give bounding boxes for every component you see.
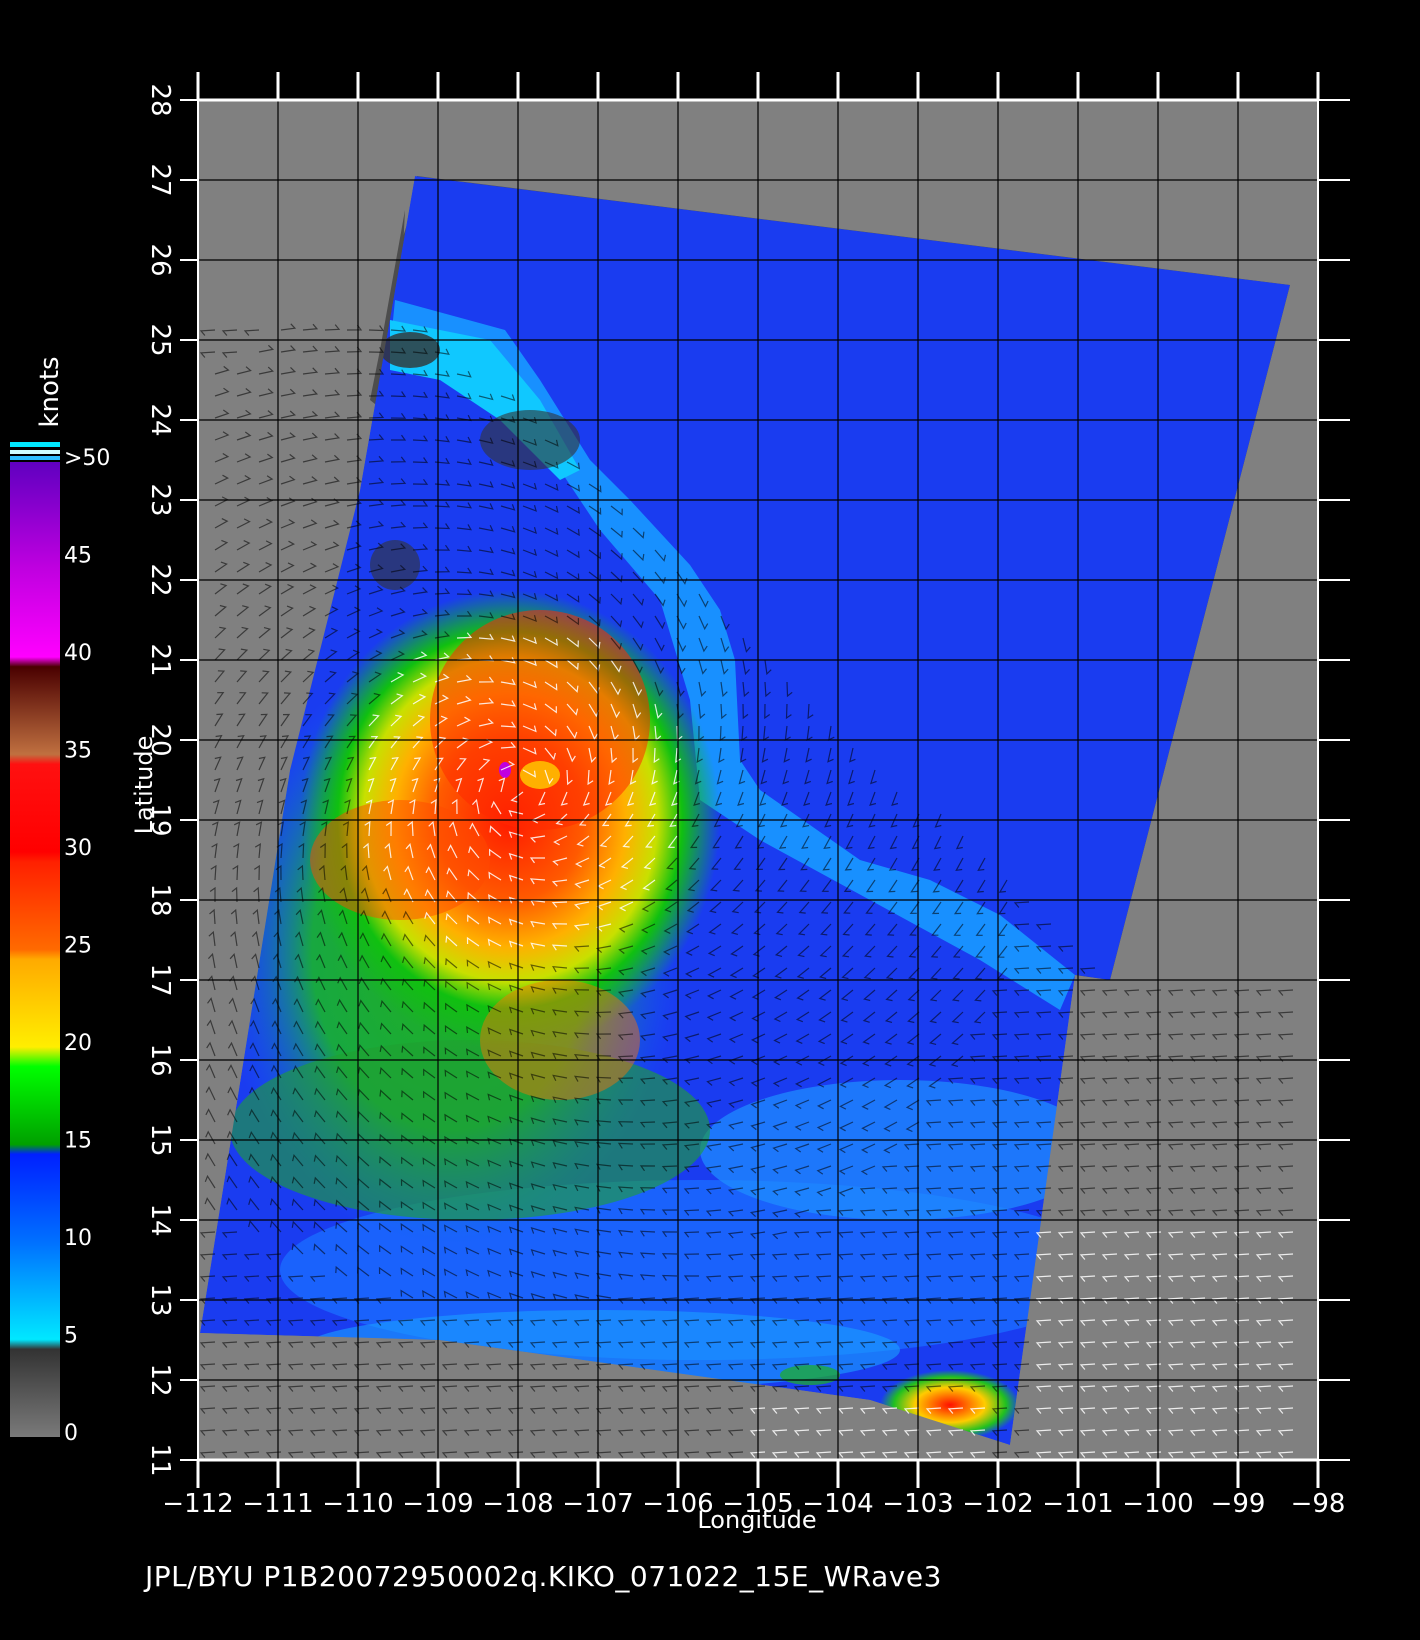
colorbar-scale [10, 462, 60, 1437]
colorbar-label: 35 [64, 739, 92, 764]
lon-tick-label: −101 [1042, 1489, 1113, 1519]
lon-tick-label: −111 [242, 1489, 313, 1519]
lat-tick-label: 25 [145, 323, 175, 356]
colorbar-label: 20 [64, 1031, 92, 1056]
lon-tick-label: −108 [482, 1489, 553, 1519]
colorbar-label: 25 [64, 934, 92, 959]
lon-tick-label: −103 [882, 1489, 953, 1519]
lon-tick-label: −107 [562, 1489, 633, 1519]
colorbar: 0 5 10 15 20 25 30 35 40 45 >50 knots [10, 356, 110, 1446]
lat-tick-label: 16 [145, 1043, 175, 1076]
lon-tick-label: −110 [322, 1489, 393, 1519]
lon-tick-label: −98 [1291, 1489, 1346, 1519]
colorbar-unit: knots [35, 356, 65, 427]
colorbar-labels: 0 5 10 15 20 25 30 35 40 45 >50 [64, 446, 110, 1446]
lat-tick-label: 15 [145, 1123, 175, 1156]
lat-tick-label: 26 [145, 243, 175, 276]
lat-tick-label: 23 [145, 483, 175, 516]
lat-tick-label: 18 [145, 883, 175, 916]
colorbar-label: 10 [64, 1226, 92, 1251]
colorbar-cap [10, 442, 60, 447]
y-axis-label: Latitude [130, 736, 158, 835]
lat-tick-label: 22 [145, 563, 175, 596]
lat-tick-label: 11 [145, 1443, 175, 1476]
colorbar-label: 40 [64, 641, 92, 666]
image-caption: JPL/BYU P1B20072950002q.KIKO_071022_15E_… [145, 1560, 942, 1593]
lon-tick-label: −100 [1122, 1489, 1193, 1519]
colorbar-label: >50 [64, 446, 110, 471]
lon-tick-label: −99 [1211, 1489, 1266, 1519]
colorbar-label: 5 [64, 1324, 78, 1349]
colorbar-label: 0 [64, 1421, 78, 1446]
lat-tick-label: 17 [145, 963, 175, 996]
colorbar-label: 30 [64, 836, 92, 861]
colorbar-label: 15 [64, 1129, 92, 1154]
lon-tick-label: −112 [162, 1489, 233, 1519]
lon-tick-label: −109 [402, 1489, 473, 1519]
lat-tick-label: 24 [145, 403, 175, 436]
colorbar-cap-3 [10, 456, 60, 460]
lat-tick-label: 12 [145, 1363, 175, 1396]
lat-tick-label: 13 [145, 1283, 175, 1316]
scatterometer-wind-map: −112 −111 −110 −109 −108 −107 −106 −105 −104 −103… [10, 72, 1350, 1534]
lat-tick-label: 14 [145, 1203, 175, 1236]
colorbar-label: 45 [64, 544, 92, 569]
lat-tick-label: 21 [145, 643, 175, 676]
x-axis-label: Longitude [697, 1506, 816, 1534]
lon-tick-label: −102 [962, 1489, 1033, 1519]
lat-tick-label: 28 [145, 83, 175, 116]
colorbar-cap-2 [10, 450, 60, 454]
lat-tick-label: 27 [145, 163, 175, 196]
